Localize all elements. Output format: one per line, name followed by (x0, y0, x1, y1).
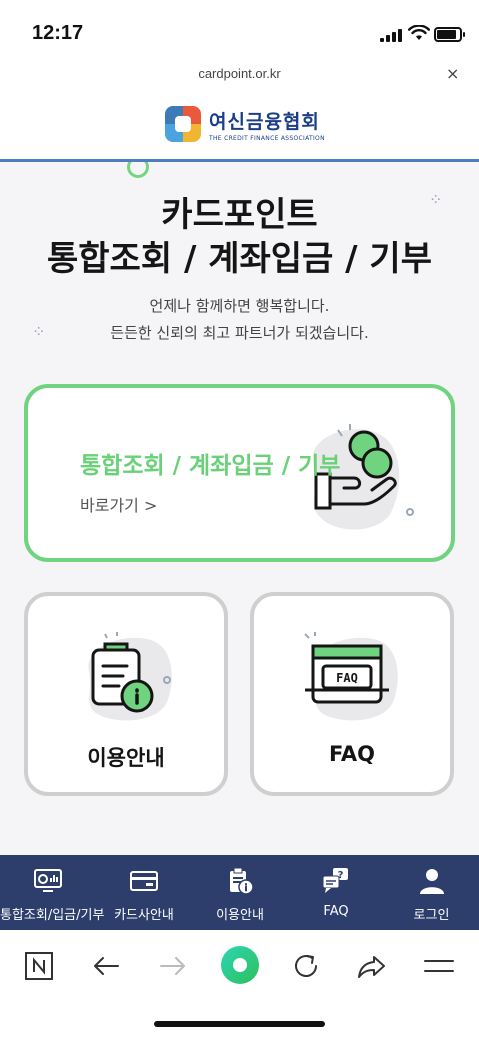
url-text: cardpoint.or.kr (198, 66, 281, 81)
guide-card[interactable]: 이용안내 (24, 592, 228, 796)
page-title: 카드포인트 (161, 195, 318, 235)
nav-item-faq[interactable]: ? FAQ (288, 855, 384, 930)
wifi-icon (408, 25, 430, 40)
bottom-nav: 통합조회/입금/기부 카드사안내 이용안내 ? FAQ 로그인 (0, 855, 479, 930)
site-logo[interactable]: 여신금융협회 THE CREDIT FINANCE ASSOCIATION (165, 106, 325, 142)
clipboard-info-icon (230, 867, 254, 895)
back-arrow-icon[interactable] (88, 948, 124, 984)
decorative-ring-icon (127, 162, 149, 178)
status-time: 12:17 (32, 22, 84, 44)
clipboard-info-icon (88, 632, 172, 721)
user-icon (419, 869, 444, 894)
monitor-chart-icon (34, 869, 62, 892)
logo-name-en: THE CREDIT FINANCE ASSOCIATION (209, 134, 325, 142)
cellular-signal-icon (380, 28, 402, 42)
nav-label: FAQ (323, 904, 349, 919)
close-icon[interactable]: × (446, 64, 459, 83)
logo-name: 여신금융협회 (209, 110, 320, 133)
address-bar[interactable]: cardpoint.or.kr × (0, 60, 479, 90)
go-link[interactable]: 바로가기 > (80, 492, 157, 516)
forward-arrow-icon[interactable] (155, 948, 191, 984)
browser-toolbar (0, 930, 479, 1000)
nav-label: 통합조회/입금/기부 (0, 908, 105, 923)
status-bar: 12:17 (0, 0, 479, 60)
naver-home-icon[interactable] (22, 948, 58, 984)
main-content: ⁘ ⁘ 카드포인트 통합조회 / 계좌입금 / 기부 언제나 함께하면 행복합니… (0, 162, 479, 855)
green-dot-icon[interactable] (219, 944, 261, 986)
nav-item-inquiry[interactable]: 통합조회/입금/기부 (0, 855, 105, 930)
faq-card-label: FAQ (328, 742, 376, 766)
logo-mark-icon (165, 106, 201, 142)
inquiry-card[interactable]: 통합조회 / 계좌입금 / 기부 바로가기 > (24, 384, 455, 562)
nav-label: 로그인 (413, 908, 450, 923)
question-chat-icon: ? (322, 868, 348, 893)
refresh-icon[interactable] (288, 948, 324, 984)
faq-window-icon: FAQ (304, 632, 398, 721)
faq-icon-text: FAQ (336, 671, 358, 685)
page-subtitle: 언제나 함께하면 행복합니다. (149, 297, 330, 315)
faq-card[interactable]: FAQ FAQ (250, 592, 454, 796)
menu-icon[interactable] (421, 948, 457, 984)
nav-item-card-companies[interactable]: 카드사안내 (96, 855, 192, 930)
guide-card-label: 이용안내 (87, 746, 165, 770)
site-header: 여신금융협회 THE CREDIT FINANCE ASSOCIATION (0, 92, 479, 160)
nav-label: 카드사안내 (114, 908, 174, 923)
nav-item-guide[interactable]: 이용안내 (192, 855, 288, 930)
home-indicator[interactable] (154, 1021, 325, 1027)
page-subtitle-line2: 든든한 신뢰의 최고 파트너가 되겠습니다. (110, 324, 369, 342)
nav-label: 이용안내 (216, 908, 264, 923)
inquiry-card-title: 통합조회 / 계좌입금 / 기부 (80, 453, 341, 479)
credit-card-icon (130, 871, 158, 891)
nav-item-login[interactable]: 로그인 (384, 855, 479, 930)
share-icon[interactable] (354, 948, 390, 984)
battery-icon (434, 27, 465, 42)
page-title-line2: 통합조회 / 계좌입금 / 기부 (47, 239, 432, 279)
